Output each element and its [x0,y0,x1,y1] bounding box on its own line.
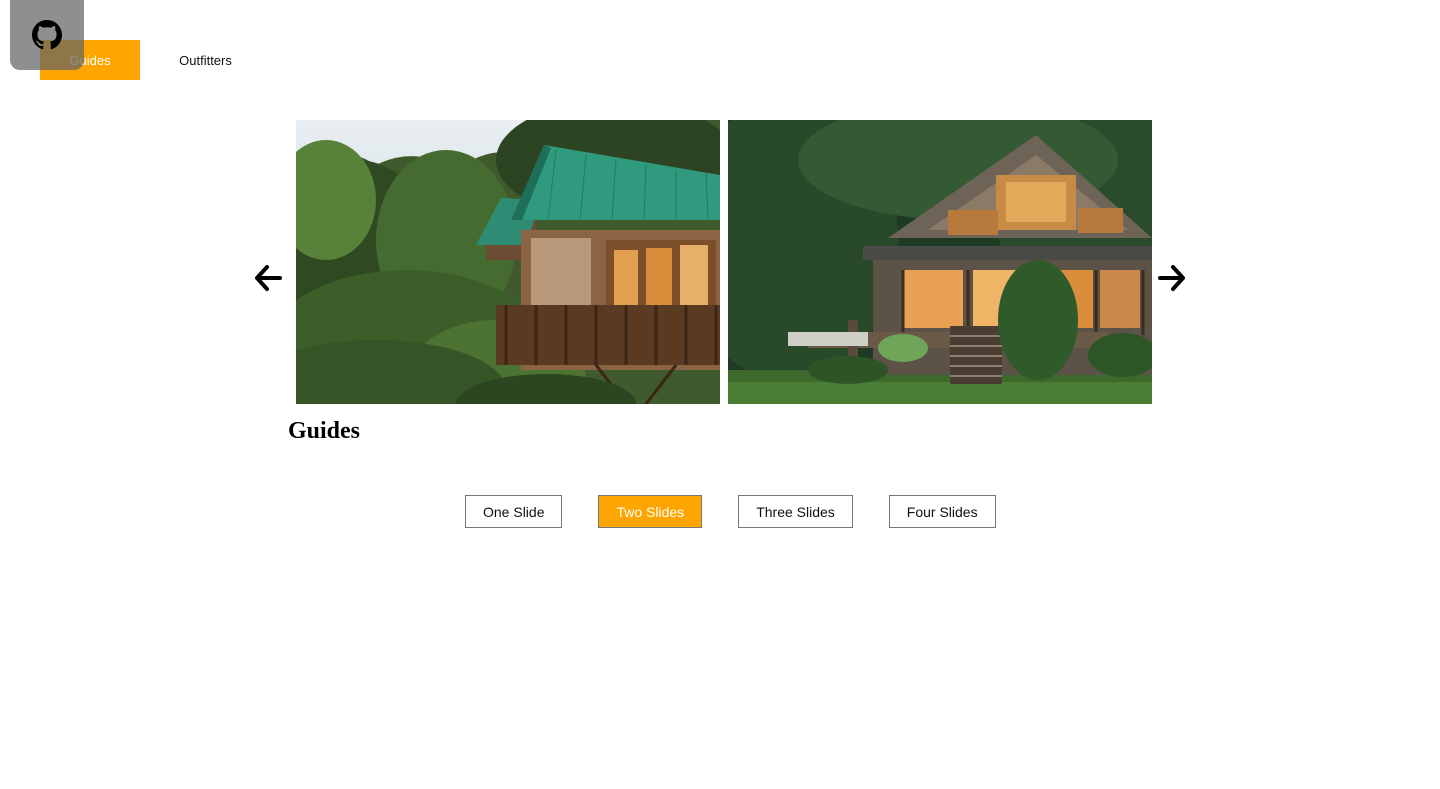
treehouse-lodge-image [296,120,720,404]
two-slides-button[interactable]: Two Slides [598,495,703,528]
arrow-left-icon [255,265,282,291]
arrow-right-icon [1158,265,1185,291]
slide-image-treehouse[interactable] [296,120,720,404]
slide-count-selector: One Slide Two Slides Three Slides Four S… [465,495,996,528]
github-icon [32,20,62,50]
carousel-heading: Guides [288,418,361,444]
github-link[interactable] [10,0,84,70]
next-slide-button[interactable] [1152,263,1192,293]
slide-image-lodge[interactable] [728,120,1152,404]
four-slides-button[interactable]: Four Slides [888,495,996,528]
forest-lodge-image [728,120,1152,404]
three-slides-button[interactable]: Three Slides [738,495,853,528]
image-carousel [246,120,1196,404]
one-slide-button[interactable]: One Slide [465,495,563,528]
tab-outfitters[interactable]: Outfitters [140,40,271,80]
prev-slide-button[interactable] [248,263,288,293]
